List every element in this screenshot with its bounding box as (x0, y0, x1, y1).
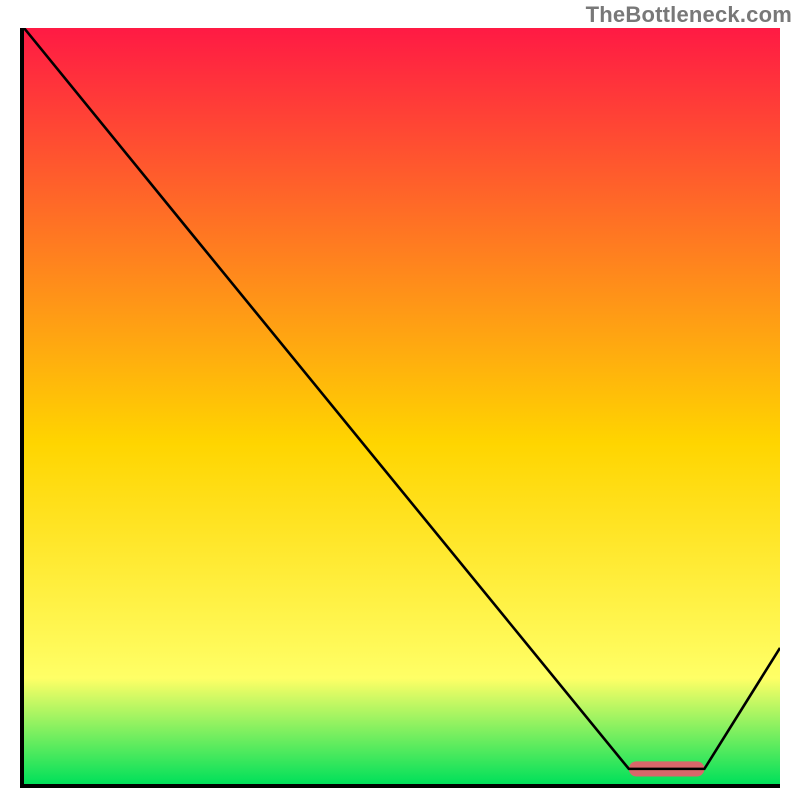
plot-area (20, 28, 780, 788)
attribution-label: TheBottleneck.com (586, 2, 792, 28)
chart-svg (24, 28, 780, 784)
chart-frame: TheBottleneck.com (0, 0, 800, 800)
gradient-background (24, 28, 780, 784)
